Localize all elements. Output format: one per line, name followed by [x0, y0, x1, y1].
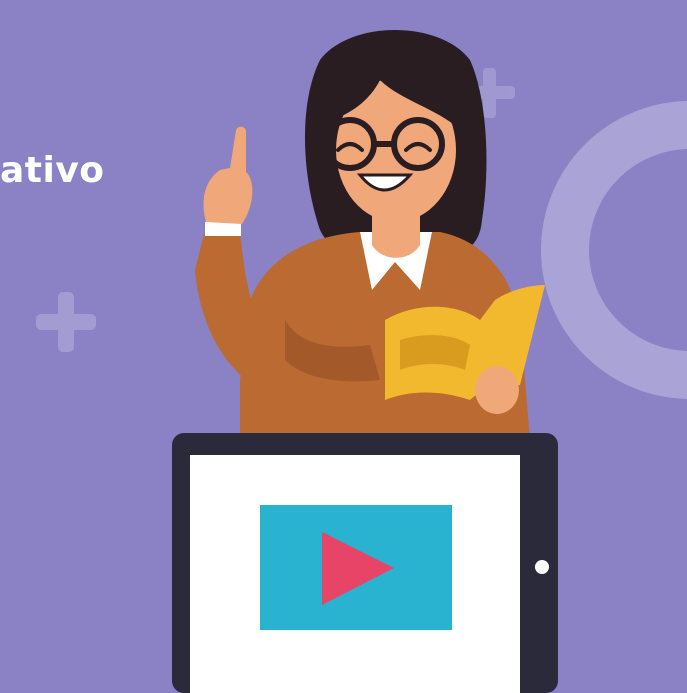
- ring-decoration: [541, 101, 687, 399]
- cuff: [205, 222, 241, 236]
- hero-illustration: ativo: [0, 0, 687, 693]
- holding-hand: [475, 366, 519, 414]
- teacher-illustration: [36, 30, 687, 693]
- pointing-hand: [203, 126, 253, 224]
- plus-icon: [36, 292, 96, 352]
- tablet-home-button[interactable]: [535, 560, 549, 574]
